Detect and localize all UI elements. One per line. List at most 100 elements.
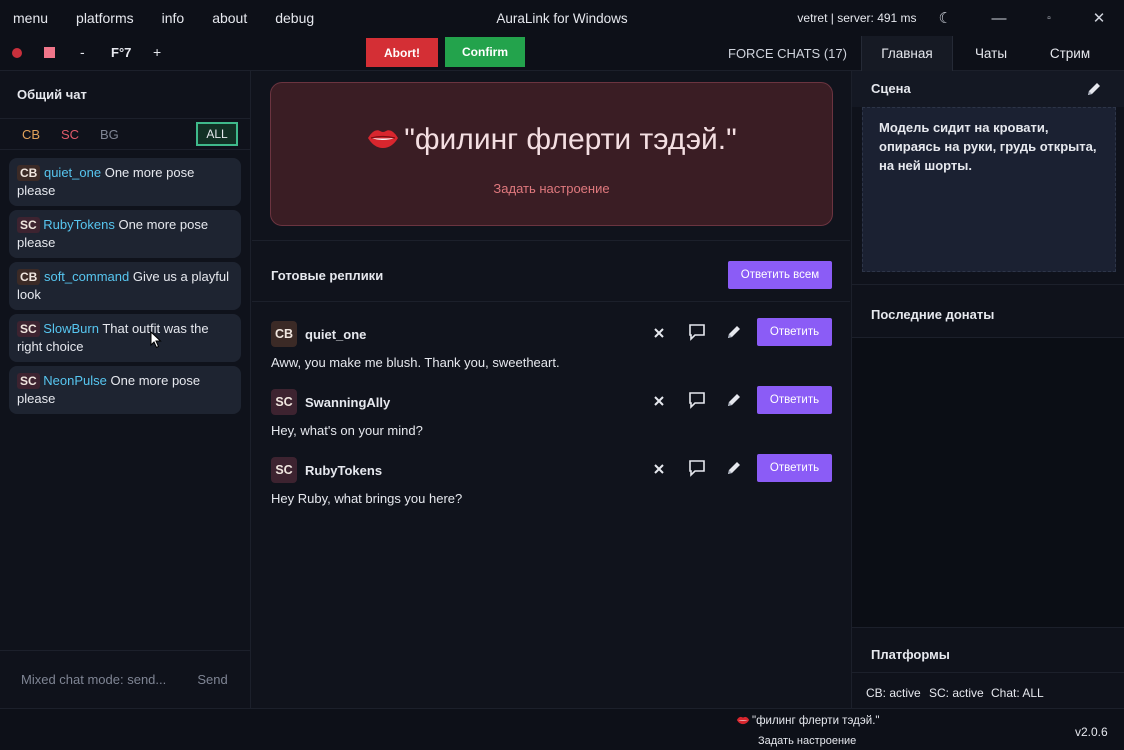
platform-tag: SC [17,321,40,337]
moon-icon[interactable]: ☾ [939,9,952,27]
minimize-icon[interactable]: — [974,10,1024,27]
close-icon[interactable] [651,325,667,341]
platform-tag: SC [271,389,297,415]
scene-title: Сцена [871,81,911,96]
confirm-button[interactable]: Confirm [445,37,525,67]
lips-icon [368,130,399,149]
general-chat-title: Общий чат [17,87,87,102]
reply-button[interactable]: Ответить [757,386,832,414]
list-item[interactable]: SC NeonPulse One more pose please [9,366,241,414]
list-item[interactable]: CB quiet_one One more pose please [9,158,241,206]
status-bar: "филинг флерти тэдэй." Задать настроение… [0,708,1124,750]
message-icon[interactable] [687,322,707,342]
list-item[interactable]: CB soft_command Give us a playful look [9,262,241,310]
general-chat-panel: Общий чат CB SC BG ALL CB quiet_one One … [0,71,251,708]
mood-card[interactable]: "филинг флерти тэдэй." Задать настроение [270,82,833,226]
footer-set-mood[interactable]: Задать настроение [758,735,856,747]
close-icon[interactable]: ✕ [1074,9,1124,27]
pencil-icon[interactable] [1085,80,1103,98]
platform-tag: CB [17,269,41,285]
pencil-icon[interactable] [725,459,743,477]
reply-text: Hey Ruby, what brings you here? [271,491,463,506]
version-label: v2.0.6 [1075,725,1108,739]
reply-username: SwanningAlly [305,395,391,410]
chat-username[interactable]: SlowBurn [43,321,99,336]
menu-item-menu[interactable]: menu [13,10,48,26]
info-panel: Сцена Модель сидит на кровати, опираясь … [851,71,1124,708]
tab-main[interactable]: Главная [861,36,953,71]
reply-item: SC SwanningAlly Ответить Hey, what's on … [271,384,833,444]
reply-username: RubyTokens [305,463,383,478]
divider [252,301,850,302]
font-size-increase-button[interactable]: + [153,44,161,60]
chat-username[interactable]: RubyTokens [43,217,115,232]
menu-item-platforms[interactable]: platforms [76,10,134,26]
title-bar: menu platforms info about debug AuraLink… [0,0,1124,36]
menu-item-about[interactable]: about [212,10,247,26]
platform-status: CB: active SC: active Chat: ALL [852,672,1124,708]
message-icon[interactable] [687,390,707,410]
font-size-label: F°7 [111,45,132,60]
stop-icon[interactable] [44,47,55,58]
platform-tag: SC [17,373,40,389]
footer-mood: "филинг флерти тэдэй." [736,715,879,727]
status-cb: CB: active [866,686,921,700]
scene-header: Сцена [852,71,1124,107]
set-mood-link[interactable]: Задать настроение [271,181,832,196]
menu-item-debug[interactable]: debug [275,10,314,26]
ready-replies-title: Готовые реплики [271,268,384,283]
mood-display: "филинг флерти тэдэй." [271,123,832,157]
filter-all[interactable]: ALL [196,122,238,146]
chat-username[interactable]: soft_command [44,269,129,284]
tab-chats[interactable]: Чаты [953,36,1029,71]
mood-text: "филинг флерти тэдэй." [404,123,737,156]
close-icon[interactable] [651,461,667,477]
status-chat: Chat: ALL [991,686,1044,700]
donations-title: Последние донаты [871,307,995,322]
reply-username: quiet_one [305,327,367,342]
divider [852,627,1124,628]
divider [852,284,1124,285]
maximize-icon[interactable]: ▫ [1024,13,1074,24]
filter-sc[interactable]: SC [61,127,79,142]
pencil-icon[interactable] [725,323,743,341]
abort-button[interactable]: Abort! [366,38,438,67]
mouse-cursor-icon [150,331,162,349]
reply-item: CB quiet_one Ответить Aww, you make me b… [271,316,833,376]
platforms-title: Платформы [871,647,950,662]
filter-bg[interactable]: BG [100,127,119,142]
reply-button[interactable]: Ответить [757,454,832,482]
chat-username[interactable]: quiet_one [44,165,101,180]
chat-username[interactable]: NeonPulse [43,373,107,388]
menu-bar: menu platforms info about debug [0,10,342,26]
force-chats-button[interactable]: FORCE CHATS (17) [728,46,847,61]
platform-tag: SC [17,217,40,233]
chat-filters: CB SC BG ALL [0,118,250,150]
message-icon[interactable] [687,458,707,478]
chat-input-row: Send [0,650,250,708]
record-icon[interactable] [12,48,22,58]
lips-icon [736,716,750,725]
footer-mood-text: "филинг флерти тэдэй." [752,715,880,727]
reply-all-button[interactable]: Ответить всем [728,261,832,289]
divider [252,240,850,241]
font-size-decrease-button[interactable]: - [80,44,85,60]
menu-item-info[interactable]: info [162,10,185,26]
reply-item: SC RubyTokens Ответить Hey Ruby, what br… [271,452,833,512]
toolbar: - F°7 + Abort! Confirm FORCE CHATS (17) … [0,36,1124,71]
scene-description[interactable]: Модель сидит на кровати, опираясь на рук… [862,107,1116,272]
tab-stream[interactable]: Стрим [1029,36,1111,71]
send-button[interactable]: Send [185,661,240,697]
reply-text: Aww, you make me blush. Thank you, sweet… [271,355,560,370]
list-item[interactable]: SC RubyTokens One more pose please [9,210,241,258]
chat-input[interactable] [9,661,179,697]
pencil-icon[interactable] [725,391,743,409]
platform-tag: CB [17,165,41,181]
list-item[interactable]: SC SlowBurn That outfit was the right ch… [9,314,241,362]
chat-list: CB quiet_one One more pose please SC Rub… [9,158,241,418]
platform-tag: CB [271,321,297,347]
filter-cb[interactable]: CB [22,127,40,142]
reply-button[interactable]: Ответить [757,318,832,346]
reply-text: Hey, what's on your mind? [271,423,423,438]
close-icon[interactable] [651,393,667,409]
